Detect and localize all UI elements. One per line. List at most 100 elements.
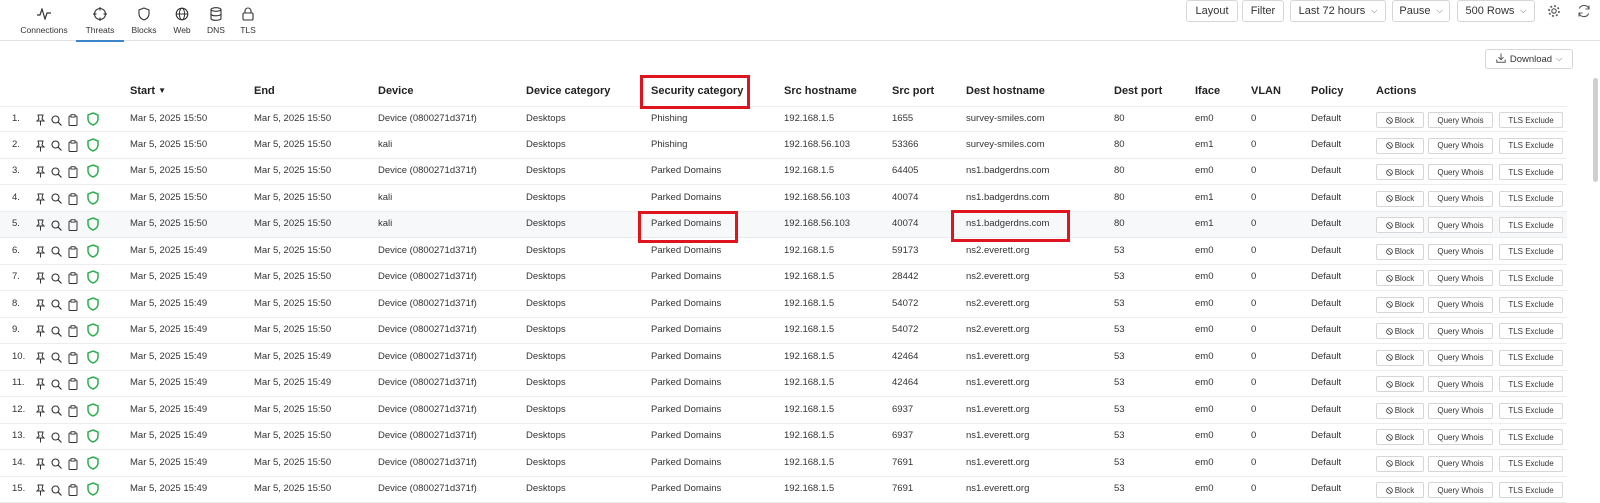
- clipboard-icon[interactable]: [66, 457, 79, 471]
- tab-web[interactable]: Web: [164, 0, 200, 41]
- block-button[interactable]: Block: [1376, 190, 1424, 207]
- query-whois-button[interactable]: Query Whois: [1428, 482, 1493, 498]
- column-iface[interactable]: Iface: [1195, 85, 1220, 97]
- tls-exclude-button[interactable]: TLS Exclude: [1499, 376, 1563, 392]
- clipboard-icon[interactable]: [66, 404, 79, 418]
- clipboard-icon[interactable]: [66, 298, 79, 312]
- block-button[interactable]: Block: [1376, 429, 1424, 445]
- pin-icon[interactable]: [34, 457, 47, 471]
- search-icon[interactable]: [50, 457, 63, 471]
- table-row[interactable]: 11. Mar 5, 2025 15:49 Mar 5, 2025 15:49 Dev…: [0, 371, 1567, 397]
- pause-select[interactable]: Pause ⌵: [1392, 0, 1450, 22]
- clipboard-icon[interactable]: [66, 324, 79, 338]
- tls-exclude-button[interactable]: TLS Exclude: [1499, 402, 1563, 419]
- block-button[interactable]: Block: [1376, 296, 1424, 313]
- block-button[interactable]: Block: [1376, 349, 1424, 366]
- block-button[interactable]: Block: [1376, 376, 1424, 392]
- search-icon[interactable]: [50, 483, 63, 497]
- block-button[interactable]: Block: [1376, 112, 1424, 128]
- column-dest-hostname[interactable]: Dest hostname: [966, 85, 1045, 97]
- column-security-category[interactable]: Security category: [651, 85, 743, 97]
- search-icon[interactable]: [50, 192, 63, 206]
- table-row[interactable]: 4. Mar 5, 2025 15:50 Mar 5, 2025 15:50 kali…: [0, 186, 1567, 212]
- tls-exclude-button[interactable]: TLS Exclude: [1499, 429, 1563, 445]
- tls-exclude-button[interactable]: TLS Exclude: [1499, 164, 1563, 180]
- column-start[interactable]: Start ▼: [130, 85, 166, 97]
- query-whois-button[interactable]: Query Whois: [1428, 112, 1493, 128]
- tab-tls[interactable]: TLS: [232, 0, 264, 41]
- block-button[interactable]: Block: [1376, 482, 1424, 498]
- column-dest-port[interactable]: Dest port: [1114, 85, 1162, 97]
- table-row[interactable]: 12. Mar 5, 2025 15:49 Mar 5, 2025 15:50 Dev…: [0, 398, 1567, 424]
- query-whois-button[interactable]: Query Whois: [1428, 190, 1493, 207]
- pin-icon[interactable]: [34, 430, 47, 444]
- tls-exclude-button[interactable]: TLS Exclude: [1499, 349, 1563, 366]
- table-row[interactable]: 13. Mar 5, 2025 15:49 Mar 5, 2025 15:50 Dev…: [0, 424, 1567, 450]
- query-whois-button[interactable]: Query Whois: [1428, 402, 1493, 419]
- tls-exclude-button[interactable]: TLS Exclude: [1499, 296, 1563, 313]
- clipboard-icon[interactable]: [66, 139, 79, 153]
- tls-exclude-button[interactable]: TLS Exclude: [1499, 243, 1563, 260]
- table-row[interactable]: 6. Mar 5, 2025 15:49 Mar 5, 2025 15:50 Devi…: [0, 239, 1567, 265]
- pin-icon[interactable]: [34, 139, 47, 153]
- search-icon[interactable]: [50, 298, 63, 312]
- table-row[interactable]: 9. Mar 5, 2025 15:49 Mar 5, 2025 15:50 Devi…: [0, 318, 1567, 344]
- vertical-scrollbar[interactable]: [1593, 78, 1598, 182]
- query-whois-button[interactable]: Query Whois: [1428, 349, 1493, 366]
- tls-exclude-button[interactable]: TLS Exclude: [1499, 112, 1563, 128]
- block-button[interactable]: Block: [1376, 402, 1424, 419]
- search-icon[interactable]: [50, 430, 63, 444]
- tls-exclude-button[interactable]: TLS Exclude: [1499, 190, 1563, 207]
- pin-icon[interactable]: [34, 483, 47, 497]
- search-icon[interactable]: [50, 245, 63, 259]
- clipboard-icon[interactable]: [66, 218, 79, 232]
- clipboard-icon[interactable]: [66, 377, 79, 391]
- tls-exclude-button[interactable]: TLS Exclude: [1499, 270, 1563, 286]
- clipboard-icon[interactable]: [66, 113, 79, 127]
- pin-icon[interactable]: [34, 377, 47, 391]
- table-row[interactable]: 14. Mar 5, 2025 15:49 Mar 5, 2025 15:50 Dev…: [0, 451, 1567, 477]
- column-src-hostname[interactable]: Src hostname: [784, 85, 857, 97]
- tab-dns[interactable]: DNS: [200, 0, 232, 41]
- download-button[interactable]: Download ⌵: [1485, 49, 1573, 69]
- search-icon[interactable]: [50, 218, 63, 232]
- pin-icon[interactable]: [34, 245, 47, 259]
- clipboard-icon[interactable]: [66, 483, 79, 497]
- column-policy[interactable]: Policy: [1311, 85, 1343, 97]
- query-whois-button[interactable]: Query Whois: [1428, 164, 1493, 180]
- tab-connections[interactable]: Connections: [12, 0, 76, 41]
- search-icon[interactable]: [50, 404, 63, 418]
- table-row[interactable]: 7. Mar 5, 2025 15:49 Mar 5, 2025 15:50 Devi…: [0, 265, 1567, 291]
- rows-select[interactable]: 500 Rows ⌵: [1457, 0, 1535, 22]
- pin-icon[interactable]: [34, 192, 47, 206]
- pin-icon[interactable]: [34, 404, 47, 418]
- column-device-category[interactable]: Device category: [526, 85, 610, 97]
- block-button[interactable]: Block: [1376, 164, 1424, 180]
- column-device[interactable]: Device: [378, 85, 413, 97]
- tls-exclude-button[interactable]: TLS Exclude: [1499, 137, 1563, 154]
- pin-icon[interactable]: [34, 271, 47, 285]
- block-button[interactable]: Block: [1376, 243, 1424, 260]
- clipboard-icon[interactable]: [66, 351, 79, 365]
- block-button[interactable]: Block: [1376, 455, 1424, 472]
- search-icon[interactable]: [50, 377, 63, 391]
- column-end[interactable]: End: [254, 85, 275, 97]
- column-vlan[interactable]: VLAN: [1251, 85, 1281, 97]
- tls-exclude-button[interactable]: TLS Exclude: [1499, 455, 1563, 472]
- pin-icon[interactable]: [34, 165, 47, 179]
- table-row[interactable]: 1. Mar 5, 2025 15:50 Mar 5, 2025 15:50 Devi…: [0, 106, 1567, 132]
- query-whois-button[interactable]: Query Whois: [1428, 455, 1493, 472]
- tls-exclude-button[interactable]: TLS Exclude: [1499, 482, 1563, 498]
- search-icon[interactable]: [50, 271, 63, 285]
- table-row[interactable]: 3. Mar 5, 2025 15:50 Mar 5, 2025 15:50 Devi…: [0, 159, 1567, 185]
- tls-exclude-button[interactable]: TLS Exclude: [1499, 323, 1563, 339]
- clipboard-icon[interactable]: [66, 430, 79, 444]
- block-button[interactable]: Block: [1376, 270, 1424, 286]
- gear-icon[interactable]: [1546, 3, 1562, 19]
- pin-icon[interactable]: [34, 298, 47, 312]
- table-row[interactable]: 15. Mar 5, 2025 15:49 Mar 5, 2025 15:50 Dev…: [0, 477, 1567, 503]
- filter-button[interactable]: Filter: [1242, 0, 1284, 22]
- query-whois-button[interactable]: Query Whois: [1428, 137, 1493, 154]
- query-whois-button[interactable]: Query Whois: [1428, 270, 1493, 286]
- search-icon[interactable]: [50, 113, 63, 127]
